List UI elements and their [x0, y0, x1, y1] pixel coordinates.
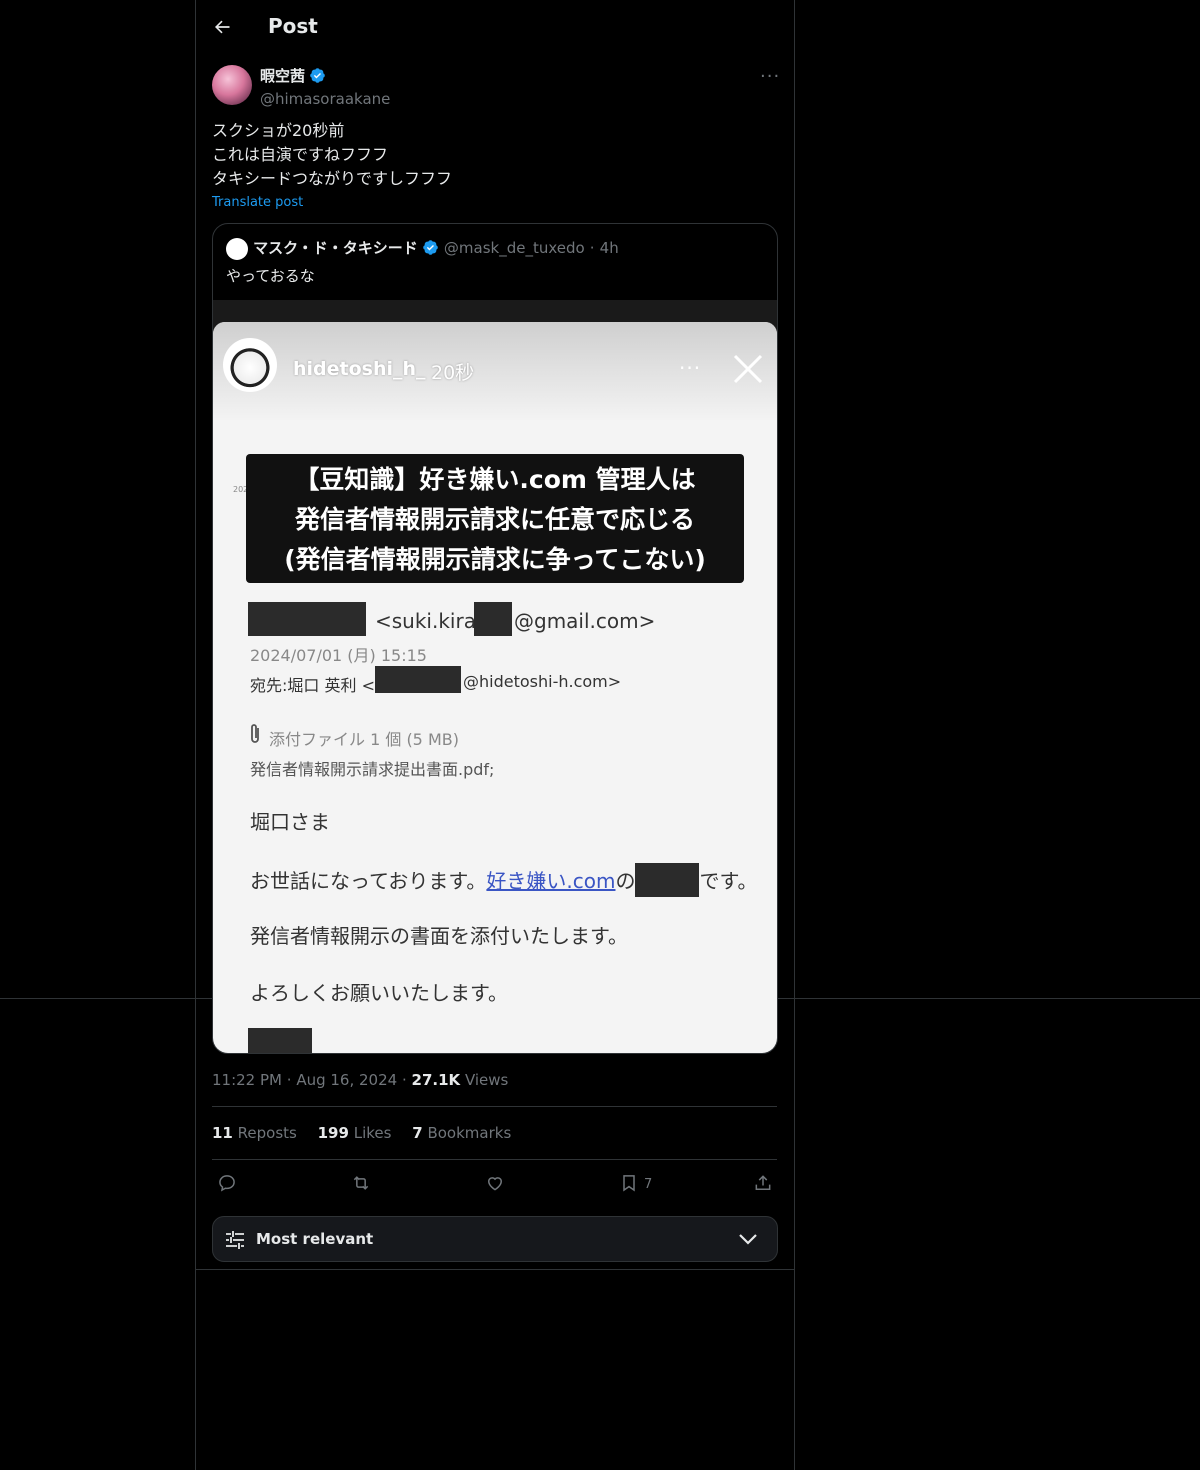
author-block: 暇空茜 @himasoraakane — [260, 66, 390, 109]
stats-row: 11 Reposts 199 Likes 7 Bookmarks — [212, 1124, 511, 1142]
translate-link[interactable]: Translate post — [212, 195, 303, 210]
author-name[interactable]: 暇空茜 — [260, 67, 305, 85]
redaction-block — [635, 863, 700, 897]
panda-avatar-icon — [223, 338, 277, 392]
redaction-block — [248, 602, 366, 636]
story-screenshot: hidetoshi_h_ 20秒 ··· 202 【豆知識】好き嫌い.com 管… — [213, 322, 777, 1053]
story-username: hidetoshi_h_ — [293, 358, 426, 380]
email-line-2: 発信者情報開示の書面を添付いたします。 — [250, 924, 628, 948]
email-greeting: 堀口さま — [250, 810, 330, 834]
post-text: スクショが20秒前 これは自演ですねフフフ タキシードつながりですしフフフ — [212, 121, 453, 188]
email-line-1-prefix: お世話になっております。 — [250, 869, 487, 893]
reposts-stat[interactable]: 11 Reposts — [212, 1124, 297, 1142]
sliders-icon — [224, 1229, 246, 1255]
post-meta: 11:22 PM · Aug 16, 2024 · 27.1K Views — [212, 1071, 508, 1089]
email-from-prefix: <suki.kira. — [375, 609, 483, 633]
info-banner: 【豆知識】好き嫌い.com 管理人は 発信者情報開示請求に任意で応じる (発信者… — [246, 454, 744, 583]
email-from-suffix: @gmail.com> — [514, 609, 656, 633]
story-close-icon — [731, 352, 765, 390]
author-handle[interactable]: @himasoraakane — [260, 90, 390, 108]
divider — [212, 1159, 777, 1160]
email-line-1-mid: の — [615, 869, 636, 893]
email-line-3: よろしくお願いいたします。 — [250, 981, 508, 1005]
share-icon[interactable] — [753, 1173, 773, 1197]
quote-text: やっておるな — [226, 267, 315, 285]
bookmark-icon[interactable] — [619, 1173, 639, 1197]
attachment-file: 発信者情報開示請求提出書面.pdf; — [250, 760, 495, 779]
redaction-block — [248, 1028, 312, 1053]
quote-image[interactable]: hidetoshi_h_ 20秒 ··· 202 【豆知識】好き嫌い.com 管… — [213, 300, 777, 1053]
quoted-post[interactable]: マスク・ド・タキシード @mask_de_tuxedo · 4h やっておるな … — [212, 223, 778, 1054]
sort-label: Most relevant — [256, 1230, 374, 1248]
dot-separator: · — [401, 1071, 407, 1089]
redaction-block — [474, 602, 512, 636]
quote-avatar — [226, 237, 248, 260]
paperclip-icon — [248, 723, 262, 749]
email-line-1-link: 好き嫌い.com — [486, 869, 616, 893]
bookmarks-stat[interactable]: 7 Bookmarks — [412, 1124, 511, 1142]
story-time: 20秒 — [431, 362, 475, 384]
banner-line-2: 発信者情報開示請求に任意で応じる — [294, 505, 695, 534]
divider — [212, 1106, 777, 1107]
post-time[interactable]: 11:22 PM — [212, 1071, 282, 1089]
redaction-block — [375, 666, 461, 693]
verified-badge-icon — [422, 239, 439, 262]
dot-separator: · — [589, 239, 595, 257]
post-date[interactable]: Aug 16, 2024 — [296, 1071, 397, 1089]
quote-author-handle: @mask_de_tuxedo — [443, 239, 585, 257]
likes-stat[interactable]: 199 Likes — [318, 1124, 392, 1142]
email-line-1: お世話になっております。好き嫌い.comの です。 — [250, 863, 757, 897]
page-title: Post — [268, 14, 318, 38]
column-bottom-border — [195, 1269, 794, 1270]
chevron-down-icon — [737, 1230, 759, 1252]
bookmark-count: 7 — [644, 1177, 653, 1192]
story-more-icon: ··· — [679, 356, 702, 380]
email-line-1-suffix: です。 — [699, 869, 758, 893]
dot-separator: · — [286, 1071, 292, 1089]
views-count: 27.1K — [411, 1071, 461, 1089]
email-date: 2024/07/01 (月) 15:15 — [250, 646, 427, 665]
banner-line-3: (発信者情報開示請求に争ってこない) — [284, 545, 706, 574]
verified-badge-icon — [309, 67, 326, 89]
back-arrow-icon[interactable] — [212, 17, 232, 41]
reply-icon[interactable] — [217, 1173, 237, 1197]
attachment-label: 添付ファイル 1 個 (5 MB) — [269, 730, 459, 749]
repost-icon[interactable] — [351, 1173, 371, 1197]
quote-author-name: マスク・ド・タキシード — [253, 239, 418, 257]
quote-header: マスク・ド・タキシード @mask_de_tuxedo · 4h — [226, 237, 619, 262]
like-icon[interactable] — [485, 1173, 505, 1197]
sort-dropdown[interactable]: Most relevant — [212, 1216, 778, 1262]
views-label: Views — [464, 1071, 509, 1089]
avatar[interactable] — [212, 65, 252, 105]
quote-time: 4h — [599, 239, 619, 257]
email-to-suffix: @hidetoshi-h.com> — [463, 672, 622, 691]
banner-line-1: 【豆知識】好き嫌い.com 管理人は — [294, 465, 696, 494]
email-to-prefix: 宛先:堀口 英利 < — [250, 676, 375, 695]
more-options-icon[interactable]: ··· — [760, 66, 780, 87]
